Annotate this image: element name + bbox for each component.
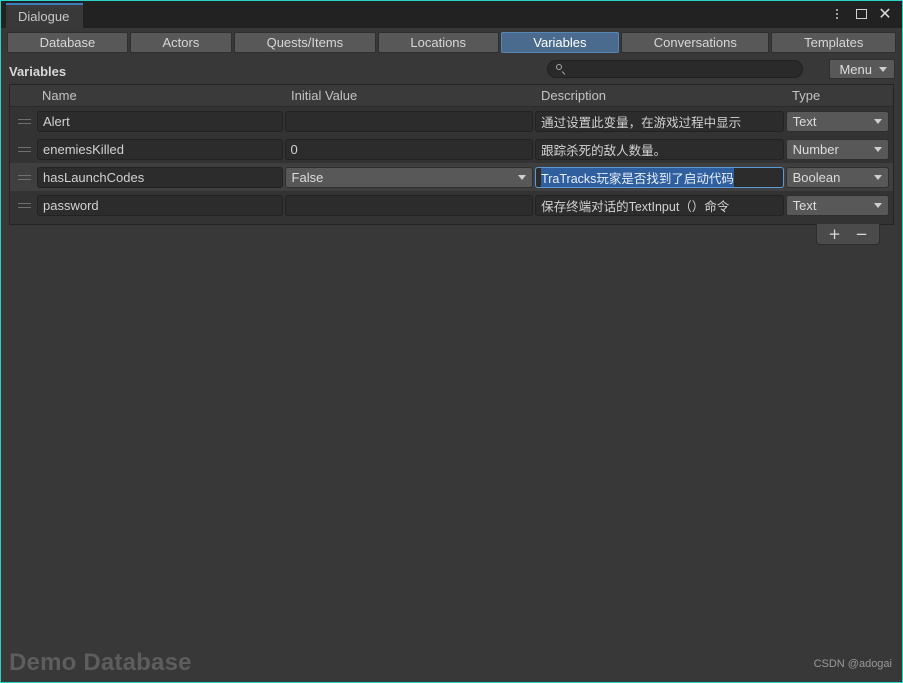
titlebar-controls: ✕ xyxy=(826,4,896,24)
cell-name[interactable]: Alert xyxy=(37,110,283,132)
tab-label: Database xyxy=(39,35,96,50)
cell-type[interactable]: Text xyxy=(785,194,889,216)
variables-toolbar: Variables Menu xyxy=(1,58,902,84)
table-row[interactable]: enemiesKilled 0 跟踪杀死的敌人数量。 Number xyxy=(10,135,893,163)
tab-label: Conversations xyxy=(653,35,737,50)
type-dropdown-label: Text xyxy=(792,113,817,129)
window-tab-label: Dialogue xyxy=(18,9,70,24)
search-icon xyxy=(556,64,566,74)
close-icon: ✕ xyxy=(878,4,892,23)
tab-conversations[interactable]: Conversations xyxy=(621,32,770,53)
chevron-down-icon xyxy=(874,174,882,180)
cell-type[interactable]: Text xyxy=(785,110,889,132)
row-controls: + − xyxy=(1,224,902,245)
tab-quests-items[interactable]: Quests/Items xyxy=(233,32,376,53)
type-dropdown-label: Text xyxy=(792,197,817,213)
description-field[interactable]: 通过设置此变量，在游戏过程中显示 xyxy=(535,110,784,132)
type-dropdown[interactable]: Text xyxy=(785,110,889,132)
column-header-initial-value: Initial Value xyxy=(291,88,358,103)
cell-type[interactable]: Number xyxy=(785,138,889,160)
tab-locations[interactable]: Locations xyxy=(377,32,499,53)
variables-panel: Name Initial Value Description Type Aler… xyxy=(9,84,894,225)
description-field[interactable]: TraTracks玩家是否找到了启动代码 xyxy=(535,166,784,188)
cell-name[interactable]: password xyxy=(37,194,283,216)
initial-value-field[interactable] xyxy=(284,194,534,216)
chevron-down-icon xyxy=(518,174,527,180)
table-row[interactable]: password 保存终端对话的TextInput（）命令 Text xyxy=(10,191,893,219)
cell-description[interactable]: TraTracks玩家是否找到了启动代码 xyxy=(535,166,784,188)
cell-name[interactable]: hasLaunchCodes xyxy=(37,166,283,188)
search-box[interactable] xyxy=(547,60,803,78)
row-controls-group: + − xyxy=(816,224,880,245)
window-tab-dialogue[interactable]: Dialogue xyxy=(6,3,84,28)
column-header-name: Name xyxy=(42,88,77,103)
tab-templates[interactable]: Templates xyxy=(771,32,896,53)
variables-rows: Alert 通过设置此变量，在游戏过程中显示 Text enemiesKille… xyxy=(10,107,893,219)
name-field[interactable]: enemiesKilled xyxy=(37,138,283,160)
name-field[interactable]: hasLaunchCodes xyxy=(37,166,283,188)
type-dropdown-label: Boolean xyxy=(792,169,841,185)
kebab-menu-icon xyxy=(836,9,838,19)
dialogue-editor-window: Dialogue ✕ Database Actors Quests/Items … xyxy=(0,0,903,683)
column-header-type: Type xyxy=(792,88,821,103)
maximize-icon xyxy=(855,9,867,19)
window-titlebar: Dialogue ✕ xyxy=(1,1,902,28)
tab-label: Templates xyxy=(804,35,864,50)
menu-button-label: Menu xyxy=(839,61,872,77)
cell-description[interactable]: 通过设置此变量，在游戏过程中显示 xyxy=(535,110,784,132)
cell-initial-value[interactable]: 0 xyxy=(284,138,534,160)
drag-handle-icon[interactable] xyxy=(12,191,37,219)
description-field[interactable]: 保存终端对话的TextInput（）命令 xyxy=(535,194,784,216)
table-row[interactable]: Alert 通过设置此变量，在游戏过程中显示 Text xyxy=(10,107,893,135)
drag-handle-icon[interactable] xyxy=(12,163,37,191)
database-name-label: Demo Database xyxy=(9,649,192,676)
description-selected-text: TraTracks玩家是否找到了启动代码 xyxy=(541,167,734,187)
cell-description[interactable]: 保存终端对话的TextInput（）命令 xyxy=(535,194,784,216)
initial-value-dropdown[interactable]: False xyxy=(284,166,534,188)
tab-variables[interactable]: Variables xyxy=(500,32,620,53)
table-row[interactable]: hasLaunchCodes False TraTracks玩家是否找到了启动代… xyxy=(10,163,893,191)
cell-type[interactable]: Boolean xyxy=(785,166,889,188)
search-input[interactable] xyxy=(566,62,794,76)
drag-handle-icon[interactable] xyxy=(12,135,37,163)
main-tab-strip: Database Actors Quests/Items Locations V… xyxy=(1,28,902,58)
cell-initial-value[interactable] xyxy=(284,194,534,216)
tab-label: Quests/Items xyxy=(266,35,344,50)
description-field[interactable]: 跟踪杀死的敌人数量。 xyxy=(535,138,784,160)
cell-initial-value[interactable]: False xyxy=(284,166,534,188)
maximize-button[interactable] xyxy=(850,4,872,24)
add-variable-button[interactable]: + xyxy=(821,225,848,243)
type-dropdown[interactable]: Boolean xyxy=(785,166,889,188)
cell-description[interactable]: 跟踪杀死的敌人数量。 xyxy=(535,138,784,160)
initial-value-dropdown-label: False xyxy=(291,169,324,185)
overflow-menu-button[interactable] xyxy=(826,4,848,24)
remove-variable-button[interactable]: − xyxy=(848,225,875,243)
initial-value-field[interactable]: 0 xyxy=(284,138,534,160)
chevron-down-icon xyxy=(874,202,882,208)
close-button[interactable]: ✕ xyxy=(874,4,896,24)
tab-label: Actors xyxy=(162,35,200,50)
chevron-down-icon xyxy=(879,66,887,72)
column-header-description: Description xyxy=(541,88,607,103)
name-field[interactable]: password xyxy=(37,194,283,216)
chevron-down-icon xyxy=(874,146,882,152)
tab-label: Locations xyxy=(410,35,467,50)
type-dropdown[interactable]: Number xyxy=(785,138,889,160)
tab-actors[interactable]: Actors xyxy=(129,32,232,53)
name-field[interactable]: Alert xyxy=(37,110,283,132)
page-title: Variables xyxy=(9,63,67,79)
column-headers: Name Initial Value Description Type xyxy=(10,85,893,107)
drag-handle-icon[interactable] xyxy=(12,107,37,135)
menu-button[interactable]: Menu xyxy=(829,59,895,79)
watermark-label: CSDN @adogai xyxy=(813,658,892,670)
cell-initial-value[interactable] xyxy=(284,110,534,132)
cell-name[interactable]: enemiesKilled xyxy=(37,138,283,160)
type-dropdown-label: Number xyxy=(792,141,839,157)
tab-label: Variables xyxy=(533,35,587,50)
initial-value-field[interactable] xyxy=(284,110,534,132)
chevron-down-icon xyxy=(874,118,882,124)
tab-database[interactable]: Database xyxy=(7,32,128,53)
type-dropdown[interactable]: Text xyxy=(785,194,889,216)
